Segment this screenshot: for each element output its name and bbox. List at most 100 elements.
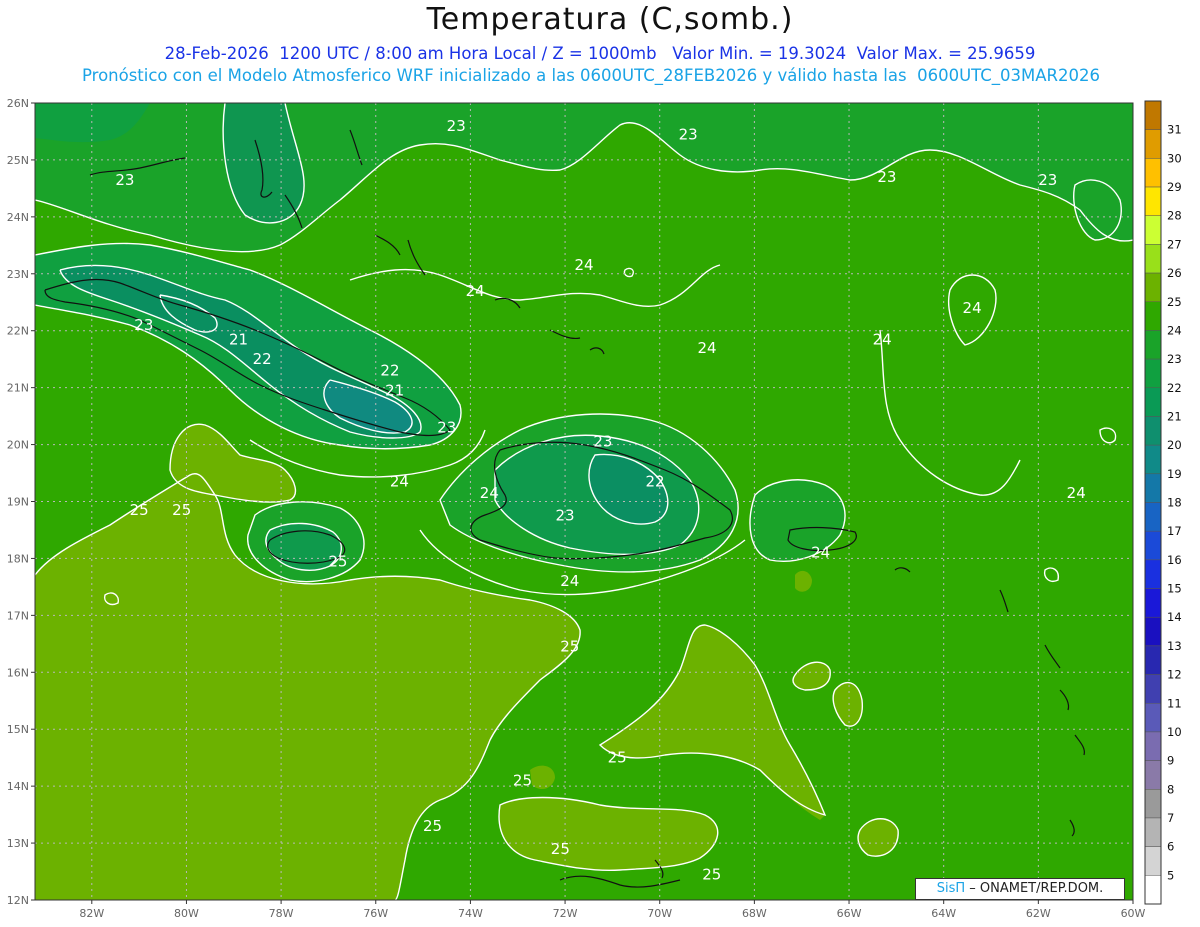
contour-label: 24 bbox=[390, 473, 409, 491]
colorbar-swatch bbox=[1144, 703, 1162, 733]
colorbar-label: 11 bbox=[1167, 696, 1182, 710]
contour-label: 23 bbox=[556, 507, 575, 525]
colorbar-legend: 31 30 29 28 27 26 25 24 23 22 21 20 19 18 17 16 15 14 13 12… bbox=[1144, 100, 1182, 905]
lat-tick-label: 14N bbox=[7, 780, 29, 793]
contour-label: 25 bbox=[172, 501, 191, 519]
lat-tick-label: 26N bbox=[7, 97, 29, 110]
contour-label: 24 bbox=[466, 282, 485, 300]
contour-label: 22 bbox=[645, 473, 664, 491]
contour-label: 25 bbox=[702, 865, 721, 883]
lat-tick-label: 25N bbox=[7, 154, 29, 167]
colorbar-swatch bbox=[1144, 158, 1162, 188]
contour-label: 22 bbox=[380, 362, 399, 380]
colorbar-label: 22 bbox=[1167, 381, 1182, 395]
contour-label: 25 bbox=[608, 749, 627, 767]
colorbar-swatch bbox=[1144, 473, 1162, 503]
lat-tick-label: 20N bbox=[7, 439, 29, 452]
contour-label: 24 bbox=[1067, 484, 1086, 502]
colorbar-label: 23 bbox=[1167, 352, 1182, 366]
contour-label: 24 bbox=[811, 544, 830, 562]
credit-org: – ONAMET/REP.DOM. bbox=[965, 881, 1104, 896]
contour-label: 25 bbox=[551, 840, 570, 858]
colorbar-label: 26 bbox=[1167, 266, 1182, 280]
latitude-axis: 26N 25N 24N 23N 22N 21N 20N 19N 18N 17N 16N 15N 14N 1… bbox=[7, 97, 35, 907]
colorbar-label: 21 bbox=[1167, 409, 1182, 423]
colorbar-label: 13 bbox=[1167, 639, 1182, 653]
contour-label: 21 bbox=[229, 330, 248, 348]
colorbar-swatch bbox=[1144, 674, 1162, 704]
colorbar-swatch bbox=[1144, 272, 1162, 303]
colorbar-label: 19 bbox=[1167, 467, 1182, 481]
lat-tick-label: 16N bbox=[7, 666, 29, 679]
lon-tick-label: 68W bbox=[742, 907, 767, 920]
credit-brand: SisΠ bbox=[936, 881, 966, 896]
lat-tick-label: 13N bbox=[7, 837, 29, 850]
colorbar-swatch bbox=[1144, 444, 1162, 475]
contour-label: 23 bbox=[1038, 171, 1057, 189]
lat-tick-label: 21N bbox=[7, 382, 29, 395]
contour-label: 25 bbox=[130, 501, 149, 519]
colorbar-swatch bbox=[1144, 416, 1162, 446]
map-field bbox=[35, 103, 1133, 900]
lon-tick-label: 76W bbox=[363, 907, 388, 920]
contour-label: 25 bbox=[560, 638, 579, 656]
colorbar-label: 14 bbox=[1167, 610, 1182, 624]
colorbar-swatch bbox=[1144, 301, 1162, 331]
colorbar-label: 9 bbox=[1167, 754, 1174, 768]
colorbar-label: 8 bbox=[1167, 782, 1174, 796]
lat-tick-label: 19N bbox=[7, 496, 29, 509]
lat-tick-label: 24N bbox=[7, 211, 29, 224]
lat-tick-label: 12N bbox=[7, 894, 29, 907]
colorbar-label: 16 bbox=[1167, 553, 1182, 567]
colorbar-swatch bbox=[1144, 875, 1162, 905]
colorbar-swatch bbox=[1144, 559, 1162, 589]
colorbar-label: 6 bbox=[1167, 840, 1174, 854]
lat-tick-label: 15N bbox=[7, 723, 29, 736]
contour-label: 24 bbox=[873, 330, 892, 348]
contour-label: 23 bbox=[447, 117, 466, 135]
contour-label: 24 bbox=[963, 299, 982, 317]
lon-tick-label: 70W bbox=[647, 907, 672, 920]
colorbar-label: 18 bbox=[1167, 496, 1182, 510]
colorbar-swatch bbox=[1144, 387, 1162, 417]
lon-tick-label: 72W bbox=[553, 907, 578, 920]
contour-label: 25 bbox=[423, 817, 442, 835]
contour-label: 25 bbox=[513, 771, 532, 789]
colorbar-swatch bbox=[1144, 502, 1162, 532]
colorbar-swatch bbox=[1144, 645, 1162, 675]
colorbar-label: 31 bbox=[1167, 123, 1182, 137]
colorbar-label: 25 bbox=[1167, 295, 1182, 309]
lon-tick-label: 78W bbox=[269, 907, 294, 920]
colorbar-label: 28 bbox=[1167, 209, 1182, 223]
contour-label: 23 bbox=[679, 125, 698, 143]
colorbar-swatch bbox=[1144, 846, 1162, 876]
colorbar-swatch bbox=[1144, 616, 1162, 647]
colorbar-swatch bbox=[1144, 330, 1162, 360]
colorbar-label: 24 bbox=[1167, 323, 1182, 337]
colorbar-swatch bbox=[1144, 789, 1162, 819]
colorbar-swatch bbox=[1144, 731, 1162, 761]
colorbar-label: 30 bbox=[1167, 151, 1182, 165]
colorbar-swatch bbox=[1144, 129, 1162, 159]
lon-tick-label: 66W bbox=[837, 907, 862, 920]
contour-label: 24 bbox=[480, 484, 499, 502]
colorbar-label: 29 bbox=[1167, 180, 1182, 194]
contour-label: 21 bbox=[385, 381, 404, 399]
lon-tick-label: 80W bbox=[174, 907, 199, 920]
temperature-map: 26N 25N 24N 23N 22N 21N 20N 19N 18N 17N 16N 15N 14N 1… bbox=[7, 97, 1182, 920]
lon-tick-label: 62W bbox=[1026, 907, 1051, 920]
contour-label: 24 bbox=[698, 339, 717, 357]
lon-tick-label: 60W bbox=[1121, 907, 1146, 920]
contour-label: 23 bbox=[115, 171, 134, 189]
colorbar-swatch bbox=[1144, 588, 1162, 618]
contour-label: 22 bbox=[253, 350, 272, 368]
colorbar-label: 5 bbox=[1167, 868, 1174, 882]
contour-label: 25 bbox=[328, 552, 347, 570]
lat-tick-label: 17N bbox=[7, 609, 29, 622]
lon-tick-label: 64W bbox=[931, 907, 956, 920]
colorbar-label: 10 bbox=[1167, 725, 1182, 739]
contour-label: 23 bbox=[877, 168, 896, 186]
colorbar-swatch bbox=[1144, 530, 1162, 561]
contour-label: 24 bbox=[560, 572, 579, 590]
lon-tick-label: 82W bbox=[79, 907, 104, 920]
